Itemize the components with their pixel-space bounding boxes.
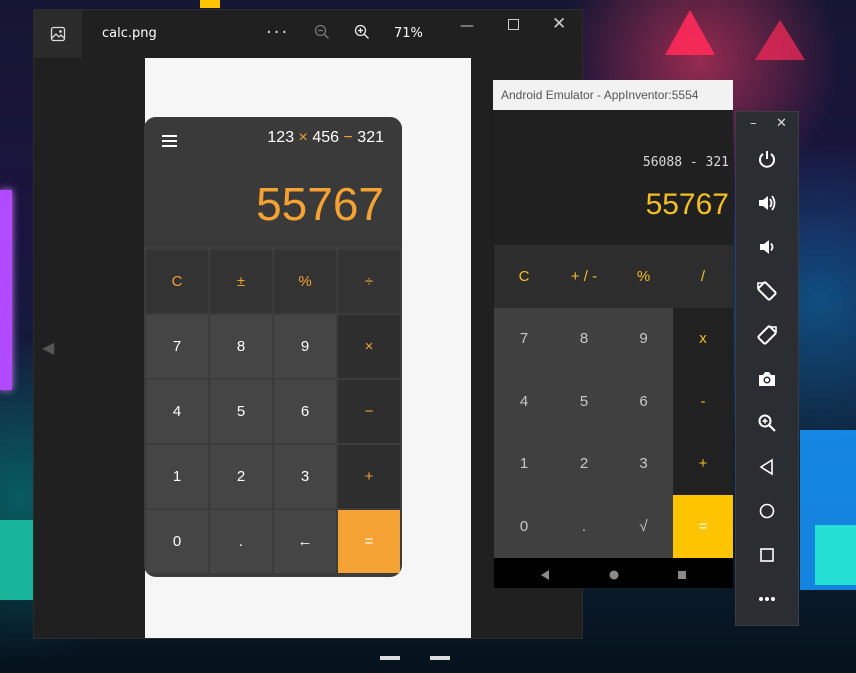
emu-key-4[interactable]: 4 bbox=[494, 370, 554, 433]
rotate-left-icon[interactable] bbox=[755, 279, 779, 303]
emu-key-7[interactable]: 7 bbox=[494, 307, 554, 370]
more-options-icon[interactable]: ··· bbox=[266, 22, 289, 43]
calc-key: . bbox=[210, 510, 272, 573]
previous-image-button[interactable]: ◀ bbox=[42, 338, 54, 357]
calc-key: 5 bbox=[210, 380, 272, 443]
calculator-keypad: C ± % ÷ 7 8 9 × 4 5 6 − 1 2 3 + 0 . ← = bbox=[146, 250, 400, 573]
emu-key-9[interactable]: 9 bbox=[614, 307, 673, 370]
emu-key-divide[interactable]: / bbox=[673, 245, 733, 308]
calc-key: 9 bbox=[274, 315, 336, 378]
calc-key: ± bbox=[210, 250, 272, 313]
emulator-close-button[interactable]: ✕ bbox=[776, 116, 787, 131]
wallpaper-neon-tower bbox=[0, 190, 12, 390]
overview-icon[interactable] bbox=[755, 543, 779, 567]
more-icon[interactable] bbox=[755, 587, 779, 611]
calc-key: 0 bbox=[146, 510, 208, 573]
calc-key: 7 bbox=[146, 315, 208, 378]
calc-key: 1 bbox=[146, 445, 208, 508]
volume-up-icon[interactable] bbox=[755, 191, 779, 215]
back-icon[interactable] bbox=[755, 455, 779, 479]
calc-key: % bbox=[274, 250, 336, 313]
calc-key: 4 bbox=[146, 380, 208, 443]
emu-key-1[interactable]: 1 bbox=[494, 432, 554, 495]
emu-key-sqrt[interactable]: √ bbox=[614, 495, 673, 558]
close-button[interactable]: ✕ bbox=[552, 14, 566, 34]
emulator-result: 55767 bbox=[645, 188, 729, 221]
maximize-button[interactable] bbox=[508, 19, 519, 30]
calculator-result: 55767 bbox=[256, 178, 384, 230]
emu-key-clear[interactable]: C bbox=[494, 245, 554, 308]
emulator-expression: 56088 - 321 bbox=[642, 155, 729, 170]
calc-key: × bbox=[338, 315, 400, 378]
emu-key-plus[interactable]: + bbox=[673, 432, 733, 495]
calc-key: C bbox=[146, 250, 208, 313]
calc-key: 6 bbox=[274, 380, 336, 443]
emulator-display: 56088 - 321 55767 bbox=[494, 110, 733, 245]
emulator-screen[interactable]: 56088 - 321 55767 C + / - % / 7 8 9 x 4 … bbox=[494, 110, 733, 588]
calc-key: = bbox=[338, 510, 400, 573]
emu-key-2[interactable]: 2 bbox=[554, 432, 614, 495]
wallpaper-cyan-block bbox=[815, 525, 856, 585]
emulator-titlebar[interactable]: Android Emulator - AppInventor:5554 bbox=[493, 80, 733, 110]
rotate-right-icon[interactable] bbox=[755, 323, 779, 347]
emu-key-8[interactable]: 8 bbox=[554, 307, 614, 370]
calculator-display: 123 × 456 − 321 55767 bbox=[144, 117, 402, 247]
photos-app-icon bbox=[34, 10, 82, 58]
wallpaper-teal-block bbox=[0, 520, 34, 600]
emu-key-minus[interactable]: - bbox=[673, 370, 733, 433]
android-nav-bar bbox=[494, 558, 733, 588]
calculator-expression: 123 × 456 − 321 bbox=[267, 129, 384, 146]
volume-down-icon[interactable] bbox=[755, 235, 779, 259]
emu-key-0[interactable]: 0 bbox=[494, 495, 554, 558]
emulator-keypad: C + / - % / 7 8 9 x 4 5 6 - 1 2 3 + 0 . … bbox=[494, 245, 733, 558]
calc-key: + bbox=[338, 445, 400, 508]
calc-key: − bbox=[338, 380, 400, 443]
nav-overview-icon[interactable] bbox=[676, 566, 688, 585]
window-title: calc.png bbox=[102, 26, 157, 41]
zoom-level[interactable]: 71% bbox=[394, 26, 423, 41]
emu-key-multiply[interactable]: x bbox=[673, 307, 733, 370]
emu-key-sign[interactable]: + / - bbox=[554, 245, 614, 308]
emulator-title: Android Emulator - AppInventor:5554 bbox=[501, 88, 699, 102]
emu-key-equals[interactable]: = bbox=[673, 495, 733, 558]
calculator-image: 123 × 456 − 321 55767 C ± % ÷ 7 8 9 × 4 … bbox=[144, 117, 402, 577]
emu-key-percent[interactable]: % bbox=[614, 245, 673, 308]
wallpaper-yellow-light bbox=[200, 0, 220, 8]
android-emulator-window: Android Emulator - AppInventor:5554 5608… bbox=[493, 80, 733, 588]
zoom-icon[interactable] bbox=[755, 411, 779, 435]
calc-key: ÷ bbox=[338, 250, 400, 313]
emulator-toolbar: – ✕ bbox=[735, 111, 799, 626]
nav-back-icon[interactable] bbox=[539, 566, 551, 585]
home-icon[interactable] bbox=[755, 499, 779, 523]
camera-icon[interactable] bbox=[755, 367, 779, 391]
zoom-out-icon[interactable] bbox=[314, 24, 330, 44]
nav-home-icon[interactable] bbox=[608, 566, 620, 585]
minimize-button[interactable]: — bbox=[460, 18, 474, 34]
calc-key: 8 bbox=[210, 315, 272, 378]
emu-key-5[interactable]: 5 bbox=[554, 370, 614, 433]
photos-titlebar[interactable]: calc.png ··· 71% — ✕ bbox=[34, 10, 582, 58]
calc-key: 3 bbox=[274, 445, 336, 508]
zoom-in-icon[interactable] bbox=[354, 24, 370, 44]
wallpaper-light-bar bbox=[380, 656, 400, 660]
emu-key-decimal[interactable]: . bbox=[554, 495, 614, 558]
calc-key: 2 bbox=[210, 445, 272, 508]
emu-key-3[interactable]: 3 bbox=[614, 432, 673, 495]
menu-icon bbox=[162, 135, 177, 150]
power-icon[interactable] bbox=[755, 147, 779, 171]
emu-key-6[interactable]: 6 bbox=[614, 370, 673, 433]
emulator-minimize-button[interactable]: – bbox=[750, 116, 757, 131]
wallpaper-light-bar bbox=[430, 656, 450, 660]
calc-key: ← bbox=[274, 510, 336, 573]
